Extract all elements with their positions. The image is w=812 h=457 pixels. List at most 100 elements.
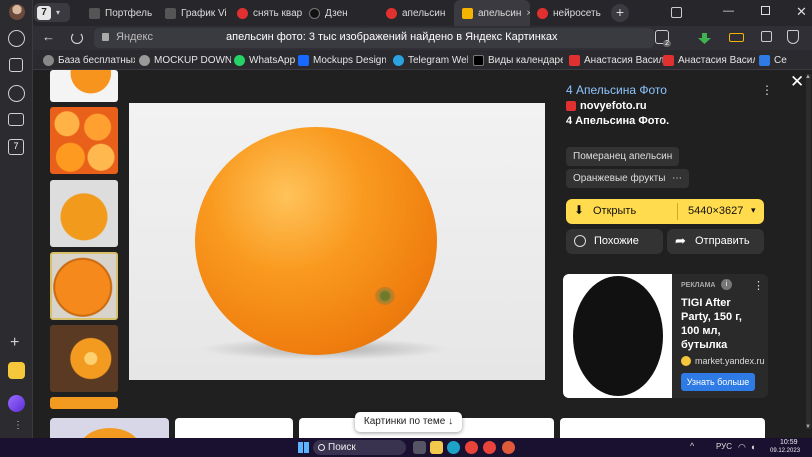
thumbnail[interactable]: [50, 397, 118, 409]
open-button[interactable]: ⬇ Открыть 5440×3627 ▾: [566, 199, 764, 224]
language-indicator[interactable]: РУС: [716, 442, 732, 451]
address-bar: ← Яндекс апельсин фото: 3 тыс изображени…: [33, 26, 812, 50]
source-site[interactable]: novyefoto.ru: [566, 100, 647, 112]
mail-icon[interactable]: [8, 362, 25, 379]
bookmark-item[interactable]: Виды календарей: [473, 50, 563, 70]
collections-icon[interactable]: [9, 58, 23, 72]
share-arrow-icon: ➦: [675, 233, 686, 248]
lock-icon: [102, 33, 109, 41]
windows-start-icon[interactable]: [298, 442, 309, 453]
alice-icon[interactable]: [8, 395, 25, 412]
app-icon[interactable]: [502, 441, 515, 454]
info-icon[interactable]: i: [721, 279, 732, 290]
url-field[interactable]: Яндекс апельсин фото: 3 тыс изображений …: [94, 28, 654, 48]
orange-fruit: [195, 127, 437, 355]
bookmark-icon: [43, 54, 54, 66]
more-tags-button[interactable]: ⋯: [665, 169, 689, 188]
scrollbar[interactable]: ▲ ▼: [805, 74, 811, 430]
battery-icon[interactable]: [729, 33, 744, 42]
ad-title[interactable]: TIGI After Party, 150 г, 100 мл, бутылка: [681, 296, 761, 352]
related-thumb[interactable]: [175, 418, 293, 438]
bookmark-item[interactable]: Анастасия Васил: [569, 50, 667, 70]
tab-favicon: [537, 7, 548, 19]
back-arrow-icon[interactable]: ←: [42, 29, 55, 44]
volume-icon[interactable]: ◖: [750, 442, 755, 452]
refresh-icon[interactable]: [71, 32, 83, 44]
extensions-icon[interactable]: [761, 31, 772, 42]
tab-2[interactable]: График Vi: [157, 0, 235, 26]
learn-more-button[interactable]: Узнать больше: [681, 373, 755, 391]
thumbnail[interactable]: [50, 70, 118, 102]
profile-avatar[interactable]: [9, 4, 25, 20]
tab-5[interactable]: апельсин: [378, 0, 456, 26]
tab-7[interactable]: нейросеть: [529, 0, 613, 26]
scroll-up-icon[interactable]: ▲: [805, 74, 811, 80]
edge-icon[interactable]: [447, 441, 460, 454]
thumbnail[interactable]: [50, 180, 118, 247]
shield-icon[interactable]: [787, 30, 799, 44]
tab-count-badge: 7: [37, 5, 51, 20]
scroll-down-icon[interactable]: ▼: [805, 424, 811, 430]
copy-icon[interactable]: [671, 7, 682, 18]
related-thumb[interactable]: [560, 418, 765, 438]
tab-3[interactable]: снять квар: [229, 0, 307, 26]
site-name: Яндекс: [116, 31, 153, 43]
image-title[interactable]: 4 Апельсина Фото: [566, 83, 667, 97]
camera-icon[interactable]: [8, 113, 24, 126]
bookmark-item[interactable]: База бесплатных ф: [43, 50, 135, 70]
sidebar-more-icon[interactable]: ⋮: [13, 420, 23, 431]
close-viewer-button[interactable]: ✕: [790, 72, 804, 92]
related-thumb[interactable]: [50, 418, 169, 438]
tab-1[interactable]: Портфель: [81, 0, 163, 26]
ad-card[interactable]: РЕКЛАМА i ⋮ TIGI After Party, 150 г, 100…: [563, 274, 768, 398]
play-icon[interactable]: [8, 85, 25, 102]
file-explorer-icon[interactable]: [430, 441, 443, 454]
downloads-badge[interactable]: 2: [655, 30, 671, 47]
thumbnail[interactable]: [50, 107, 118, 174]
bookmark-item[interactable]: Mockups Design o: [298, 50, 386, 70]
minimize-button[interactable]: —: [723, 5, 734, 17]
share-button[interactable]: ➦ Отправить: [667, 229, 764, 254]
tray-chevron-icon[interactable]: ^: [690, 441, 694, 451]
history-icon[interactable]: [8, 30, 25, 47]
new-tab-button[interactable]: +: [611, 4, 629, 22]
tab-counter[interactable]: 7 ▾: [34, 3, 70, 22]
bookmark-item[interactable]: Се: [759, 50, 809, 70]
taskbar-search[interactable]: Поиск: [313, 440, 406, 455]
tabs-count-icon[interactable]: 7: [8, 139, 24, 155]
orange-stem: [375, 287, 395, 305]
chevron-down-icon: ▾: [751, 205, 756, 215]
wifi-icon[interactable]: ◠: [738, 442, 746, 453]
market-icon: [681, 356, 691, 366]
related-images-button[interactable]: Картинки по теме ↓: [355, 412, 462, 432]
bookmark-telegram[interactable]: Telegram Web: [393, 50, 468, 70]
bookmark-item[interactable]: MOCKUP DOWNL: [139, 50, 231, 70]
similar-button[interactable]: Похожие: [566, 229, 663, 254]
yandex-browser-icon[interactable]: [483, 441, 496, 454]
image-size[interactable]: 5440×3627: [688, 205, 743, 217]
ad-domain[interactable]: market.yandex.ru: [695, 356, 765, 366]
add-panel-icon[interactable]: +: [10, 334, 19, 352]
bookmark-item[interactable]: Анастасия Васил: [663, 50, 755, 70]
clock-date[interactable]: 09.12.2023: [770, 448, 800, 454]
ad-more-icon[interactable]: ⋮: [753, 279, 764, 292]
tab-4[interactable]: Дзен: [301, 0, 379, 26]
chrome-icon[interactable]: [465, 441, 478, 454]
download-icon[interactable]: [698, 30, 711, 44]
tab-favicon: [386, 7, 397, 19]
task-view-icon[interactable]: [413, 441, 426, 454]
telegram-icon: [393, 54, 404, 66]
thumbnail-selected[interactable]: [50, 252, 118, 320]
tag-chip[interactable]: Оранжевые фрукты: [566, 169, 673, 188]
maximize-button[interactable]: [761, 6, 770, 15]
thumbnail[interactable]: [50, 325, 118, 392]
more-options-icon[interactable]: ⋮: [761, 83, 773, 97]
tag-chip[interactable]: Померанец апельсин: [566, 147, 680, 166]
clock-time[interactable]: 10:59: [780, 439, 798, 446]
bookmark-whatsapp[interactable]: WhatsApp: [234, 50, 296, 70]
main-image[interactable]: [129, 103, 545, 380]
image-description: 4 Апельсина Фото.: [566, 115, 670, 127]
close-window-button[interactable]: ✕: [796, 4, 807, 20]
bookmarks-bar: База бесплатных ф MOCKUP DOWNL WhatsApp …: [33, 50, 812, 70]
tab-active[interactable]: апельсин ×: [454, 0, 530, 26]
